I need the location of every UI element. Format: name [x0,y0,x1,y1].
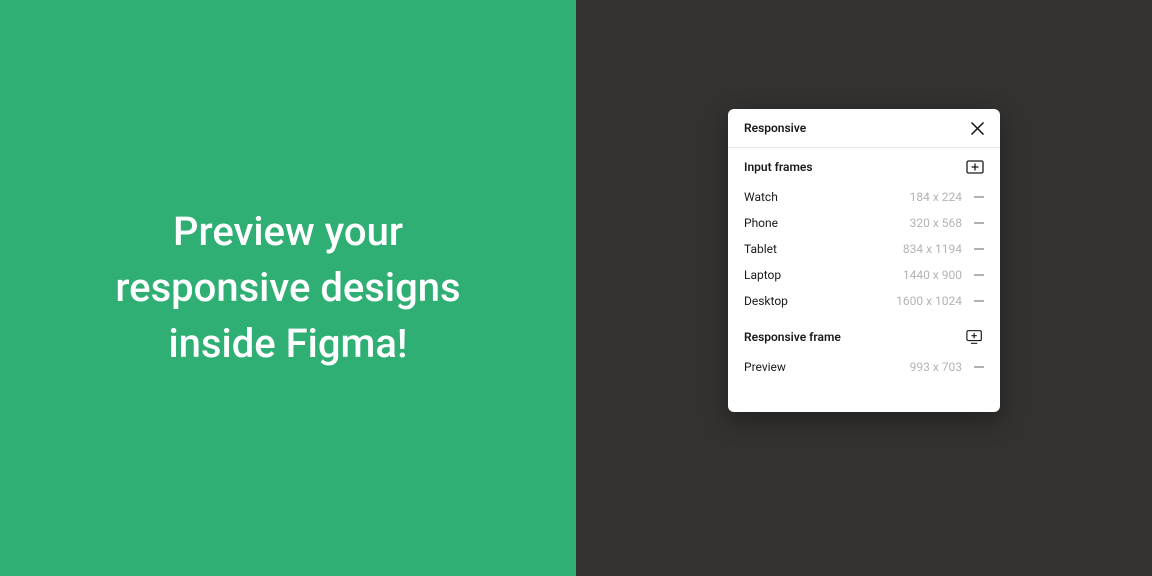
frame-row-laptop[interactable]: Laptop 1440 x 900 [744,262,984,288]
panel-bottom-space [728,388,1000,412]
responsive-frame-title: Responsive frame [744,330,841,344]
add-responsive-frame-icon[interactable] [966,330,984,344]
frame-dims: 993 x 703 [910,360,962,374]
frame-row-tablet[interactable]: Tablet 834 x 1194 [744,236,984,262]
hero-panel: Preview your responsive designs inside F… [0,0,576,576]
input-frames-header: Input frames [744,160,984,174]
input-frames-section: Input frames Watch 184 x 224 Phone 320 x… [728,148,1000,322]
frame-row-preview[interactable]: Preview 993 x 703 [744,354,984,380]
panel-header: Responsive [728,109,1000,148]
remove-frame-icon[interactable] [974,196,984,198]
responsive-frame-section: Responsive frame Preview 993 x 703 [728,322,1000,388]
frame-name: Preview [744,360,786,374]
plugin-panel: Responsive Input frames Watch 184 [728,109,1000,412]
add-frame-icon[interactable] [966,160,984,174]
close-icon[interactable] [970,121,984,135]
frame-name: Tablet [744,242,777,256]
frame-row-phone[interactable]: Phone 320 x 568 [744,210,984,236]
remove-frame-icon[interactable] [974,222,984,224]
remove-frame-icon[interactable] [974,248,984,250]
frame-name: Laptop [744,268,781,282]
frame-name: Phone [744,216,778,230]
remove-frame-icon[interactable] [974,300,984,302]
frame-name: Watch [744,190,778,204]
panel-title: Responsive [744,121,806,135]
frame-row-desktop[interactable]: Desktop 1600 x 1024 [744,288,984,314]
input-frames-title: Input frames [744,160,813,174]
frame-row-watch[interactable]: Watch 184 x 224 [744,184,984,210]
frame-dims: 320 x 568 [910,216,962,230]
frame-dims: 1600 x 1024 [896,294,962,308]
hero-headline: Preview your responsive designs inside F… [78,204,498,372]
preview-canvas: Responsive Input frames Watch 184 [576,0,1152,576]
remove-frame-icon[interactable] [974,366,984,368]
frame-name: Desktop [744,294,788,308]
frame-dims: 1440 x 900 [903,268,962,282]
frame-dims: 184 x 224 [910,190,962,204]
responsive-frame-header: Responsive frame [744,330,984,344]
frame-dims: 834 x 1194 [903,242,962,256]
remove-frame-icon[interactable] [974,274,984,276]
